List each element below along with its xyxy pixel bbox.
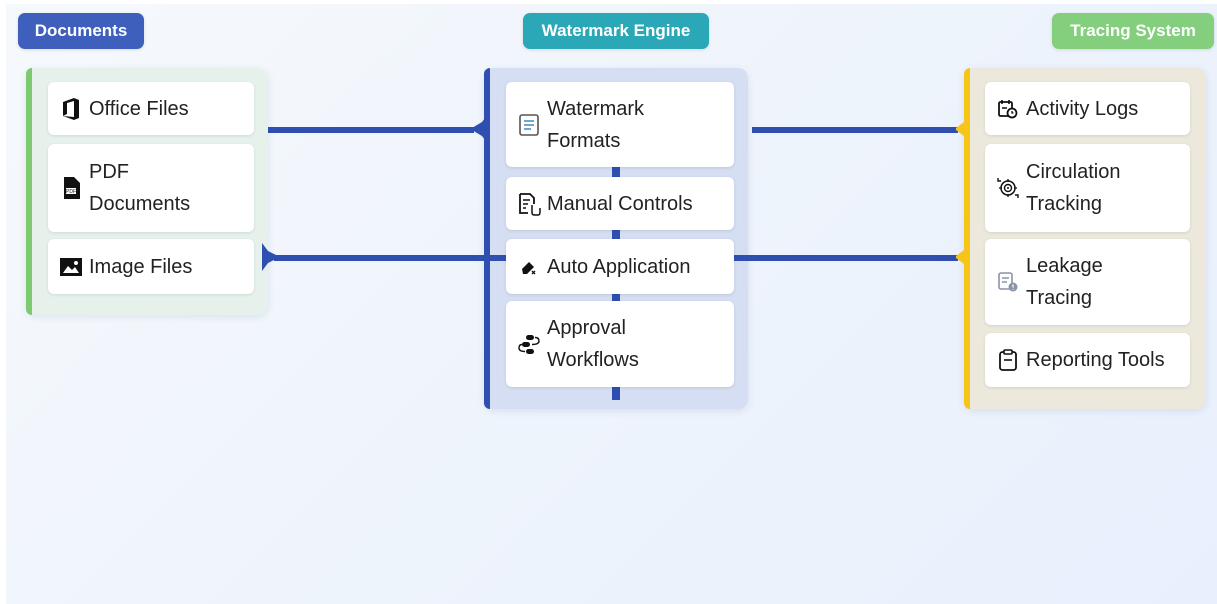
node-pdf-documents[interactable]: PDF PDF Documents [48, 144, 254, 232]
node-label: Activity Logs [1026, 97, 1139, 120]
engine-link-4 [612, 386, 620, 400]
connector-arrowhead-leakage [956, 242, 970, 272]
circulation-icon [995, 175, 1021, 201]
documents-group-label: Documents [18, 13, 144, 49]
documents-lane-stripe [26, 68, 32, 315]
activity-log-icon [995, 96, 1021, 122]
connector-arrowhead-formats [472, 114, 488, 144]
watermark-engine-group-label: Watermark Engine [523, 13, 709, 49]
node-label: Manual Controls [547, 192, 693, 215]
node-auto-application[interactable]: Auto Application [506, 239, 734, 294]
workflow-icon [516, 331, 542, 357]
node-activity-logs[interactable]: Activity Logs [985, 82, 1190, 135]
node-office-files[interactable]: Office Files [48, 82, 254, 135]
node-label: Approval Workflows [547, 317, 639, 371]
connector-office-to-formats [268, 127, 474, 133]
connector-arrowhead-image [262, 243, 276, 271]
node-label: PDF Documents [89, 161, 191, 215]
node-reporting-tools[interactable]: Reporting Tools [985, 333, 1190, 387]
node-approval-workflows[interactable]: Approval Workflows [506, 301, 734, 387]
reporting-icon [995, 347, 1021, 373]
tracing-system-group-label: Tracing System [1052, 13, 1214, 49]
node-label: Image Files [89, 255, 193, 278]
image-icon [58, 254, 84, 280]
connector-auto-to-leakage [734, 255, 958, 261]
auto-apply-icon [516, 254, 542, 280]
node-label: Office Files [89, 97, 189, 120]
node-label: Auto Application [547, 255, 691, 278]
connector-formats-to-activity [752, 127, 958, 133]
connector-arrowhead-activity [956, 114, 970, 144]
node-label: Leakage Tracing [1026, 255, 1103, 309]
pdf-icon: PDF [58, 175, 84, 201]
formats-icon [516, 112, 542, 138]
node-label: Reporting Tools [1026, 349, 1165, 371]
node-label: Watermark Formats [547, 97, 645, 152]
node-leakage-tracing[interactable]: Leakage Tracing [985, 239, 1190, 325]
leakage-icon [995, 269, 1021, 295]
node-watermark-formats[interactable]: Watermark Formats [506, 82, 734, 167]
connector-image-to-auto [274, 255, 506, 261]
svg-text:PDF: PDF [66, 189, 76, 195]
office-icon [58, 96, 84, 122]
node-circulation-tracking[interactable]: Circulation Tracking [985, 144, 1190, 232]
node-image-files[interactable]: Image Files [48, 239, 254, 294]
node-label: Circulation Tracking [1026, 161, 1121, 215]
node-manual-controls[interactable]: Manual Controls [506, 177, 734, 230]
manual-controls-icon [516, 191, 542, 217]
